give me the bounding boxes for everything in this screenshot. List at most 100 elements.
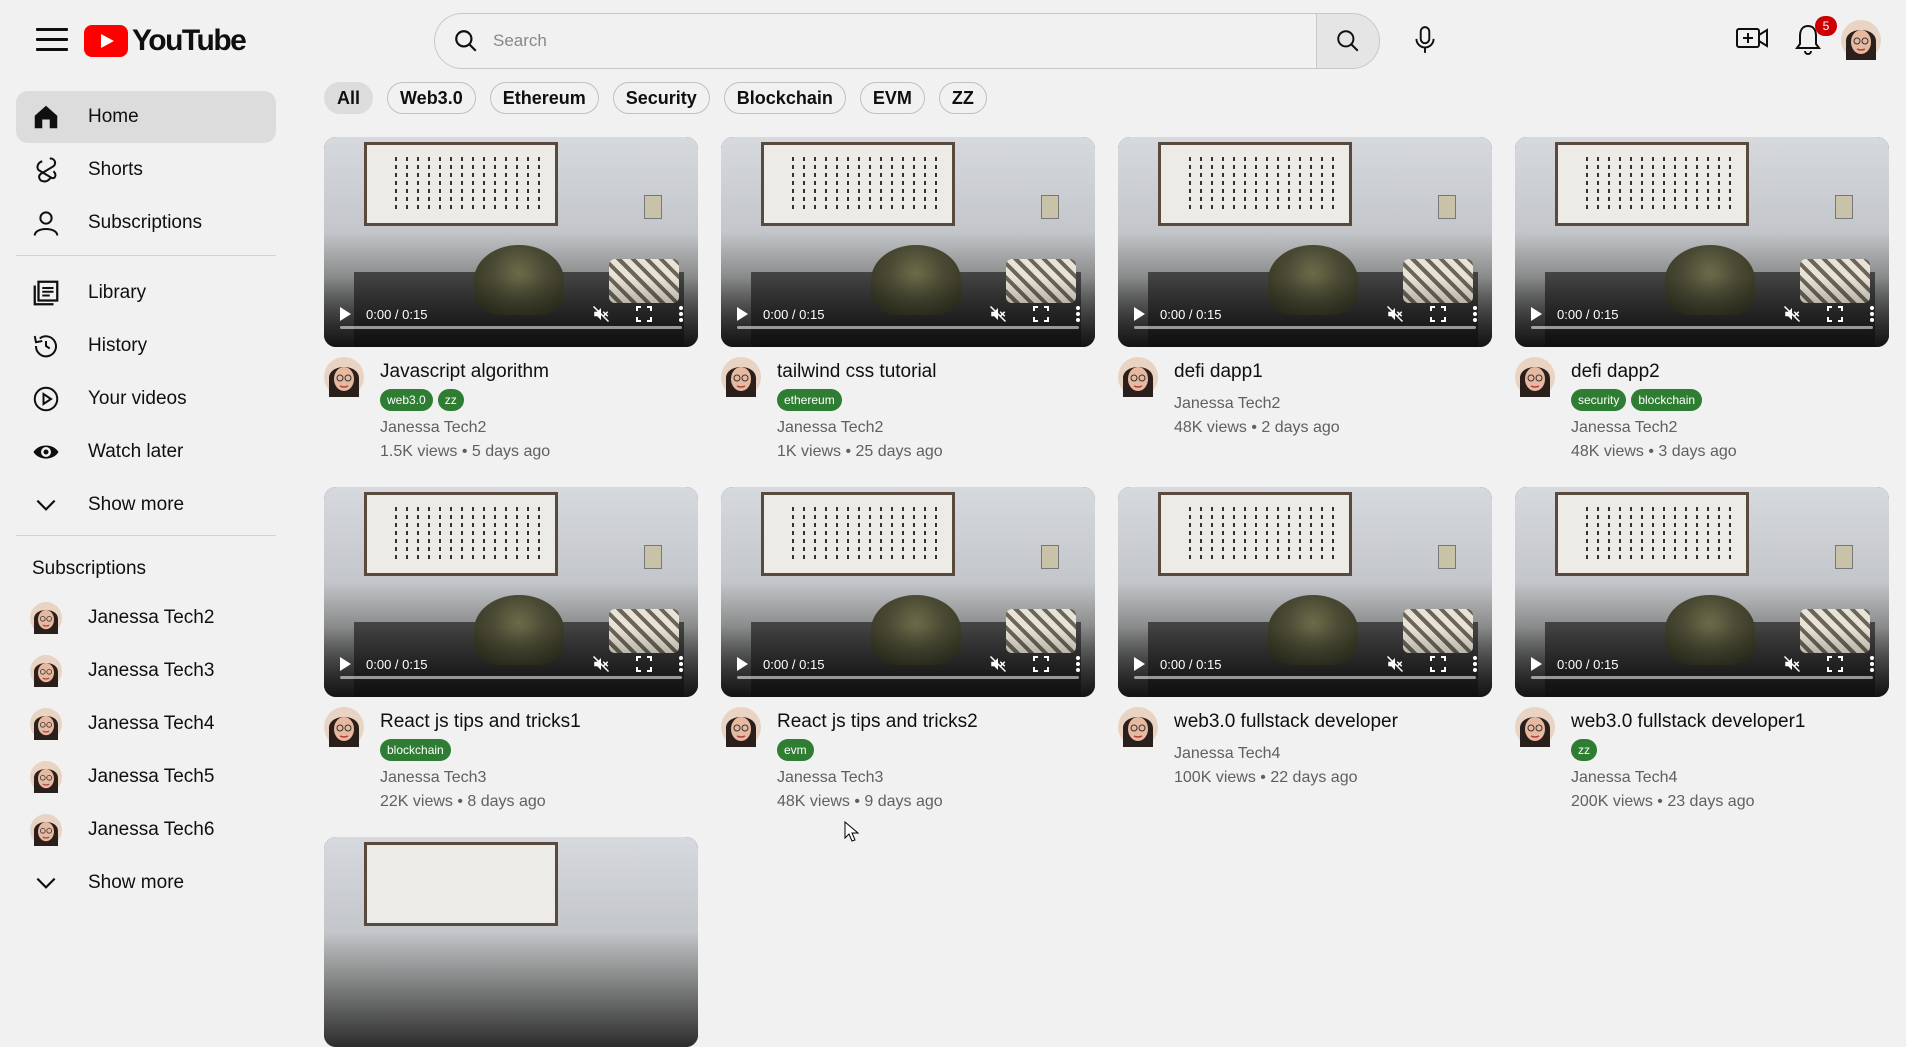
sidebar-subscription-item[interactable]: Janessa Tech2 [16,592,276,644]
video-player[interactable]: 0:00 / 0:15 [324,137,698,347]
video-player[interactable]: 0:00 / 0:15 [721,487,1095,697]
play-icon[interactable] [1529,306,1543,322]
account-avatar[interactable] [1841,20,1881,60]
search-field[interactable] [434,13,1316,69]
video-channel-name[interactable]: Janessa Tech3 [380,769,486,787]
more-options-icon[interactable] [678,305,684,323]
fullscreen-icon[interactable] [1430,306,1446,322]
player-progress-bar[interactable] [737,326,1079,329]
fullscreen-icon[interactable] [636,656,652,672]
play-icon[interactable] [1132,306,1146,322]
chip-blockchain[interactable]: Blockchain [723,82,846,114]
video-player[interactable]: 0:00 / 0:15 [324,487,698,697]
more-options-icon[interactable] [1075,305,1081,323]
chip-security[interactable]: Security [612,82,710,114]
menu-icon[interactable] [36,28,68,52]
fullscreen-icon[interactable] [1827,306,1843,322]
play-icon[interactable] [735,306,749,322]
channel-avatar[interactable] [1118,357,1158,397]
more-options-icon[interactable] [1869,305,1875,323]
video-card[interactable]: 0:00 / 0:15 React js tips and tricks1 bloc… [324,487,698,817]
video-title[interactable]: web3.0 fullstack developer1 [1571,711,1805,733]
chip-all[interactable]: All [324,82,374,114]
play-icon[interactable] [735,656,749,672]
video-card[interactable]: 0:00 / 0:15 React js tips and tricks2 evm J… [721,487,1095,817]
search-button[interactable] [1316,13,1380,69]
player-progress-bar[interactable] [1134,676,1476,679]
video-player[interactable]: 0:00 / 0:15 [1515,137,1889,347]
play-icon[interactable] [1132,656,1146,672]
channel-avatar[interactable] [1515,357,1555,397]
voice-search-button[interactable] [1405,20,1445,60]
video-tag[interactable]: security [1571,389,1627,411]
more-options-icon[interactable] [1075,655,1081,673]
video-tag[interactable]: evm [777,739,814,761]
more-options-icon[interactable] [678,655,684,673]
video-card[interactable]: 0:00 / 0:15 defi dapp1 Janessa Tech2 48K vi… [1118,137,1492,467]
sidebar-item-subscriptions[interactable]: Subscriptions [16,197,276,249]
channel-avatar[interactable] [721,707,761,747]
video-tag[interactable]: web3.0 [380,389,433,411]
sidebar-item-show-more[interactable]: Show more [16,479,276,531]
sidebar-item-history[interactable]: History [16,320,276,372]
chip-ethereum[interactable]: Ethereum [489,82,599,114]
chip-evm[interactable]: EVM [859,82,925,114]
sidebar-subscription-item[interactable]: Janessa Tech5 [16,751,276,803]
video-title[interactable]: defi dapp1 [1174,361,1263,383]
chip-web3[interactable]: Web3.0 [387,82,476,114]
video-channel-name[interactable]: Janessa Tech4 [1571,769,1677,787]
video-channel-name[interactable]: Janessa Tech2 [380,419,486,437]
channel-avatar[interactable] [324,357,364,397]
channel-avatar[interactable] [324,707,364,747]
video-card[interactable]: 0:00 / 0:15 web3.0 fullstack developer1 zz… [1515,487,1889,817]
mute-icon[interactable] [1783,305,1801,323]
player-progress-bar[interactable] [1134,326,1476,329]
player-progress-bar[interactable] [1531,676,1873,679]
sidebar-subscriptions-show-more[interactable]: Show more [16,857,276,909]
fullscreen-icon[interactable] [1033,656,1049,672]
fullscreen-icon[interactable] [1430,656,1446,672]
video-card[interactable]: 0:00 / 0:15 web3.0 fullstack developer Jan… [1118,487,1492,817]
more-options-icon[interactable] [1869,655,1875,673]
fullscreen-icon[interactable] [1827,656,1843,672]
sidebar-item-watch-later[interactable]: Watch later [16,426,276,478]
video-card[interactable]: 0:00 / 0:15 tailwind css tutorial ethereum… [721,137,1095,467]
video-title[interactable]: React js tips and tricks1 [380,711,581,733]
create-video-button[interactable] [1735,22,1769,59]
channel-avatar[interactable] [1515,707,1555,747]
video-title[interactable]: defi dapp2 [1571,361,1660,383]
video-thumbnail[interactable] [324,837,698,1047]
video-channel-name[interactable]: Janessa Tech3 [777,769,883,787]
mute-icon[interactable] [1783,655,1801,673]
player-progress-bar[interactable] [340,326,682,329]
video-title[interactable]: tailwind css tutorial [777,361,936,383]
video-card[interactable] [324,837,698,1047]
player-progress-bar[interactable] [1531,326,1873,329]
sidebar-item-library[interactable]: Library [16,267,276,319]
video-title[interactable]: web3.0 fullstack developer [1174,711,1398,733]
mute-icon[interactable] [1386,655,1404,673]
video-title[interactable]: React js tips and tricks2 [777,711,978,733]
mute-icon[interactable] [989,305,1007,323]
sidebar-subscription-item[interactable]: Janessa Tech3 [16,645,276,697]
video-player[interactable]: 0:00 / 0:15 [721,137,1095,347]
video-card[interactable]: 0:00 / 0:15 Javascript algorithm web3.0 zz J… [324,137,698,467]
sidebar-subscription-item[interactable]: Janessa Tech4 [16,698,276,750]
video-channel-name[interactable]: Janessa Tech2 [1174,395,1280,413]
video-tag[interactable]: ethereum [777,389,842,411]
video-tag[interactable]: blockchain [380,739,451,761]
video-channel-name[interactable]: Janessa Tech2 [1571,419,1677,437]
more-options-icon[interactable] [1472,305,1478,323]
sidebar-subscription-item[interactable]: Janessa Tech6 [16,804,276,856]
video-player[interactable]: 0:00 / 0:15 [1515,487,1889,697]
video-channel-name[interactable]: Janessa Tech2 [777,419,883,437]
sidebar-item-home[interactable]: Home [16,91,276,143]
video-tag[interactable]: blockchain [1631,389,1703,411]
video-card[interactable]: 0:00 / 0:15 defi dapp2 security blockchain J… [1515,137,1889,467]
channel-avatar[interactable] [721,357,761,397]
video-tag[interactable]: zz [437,389,464,411]
player-progress-bar[interactable] [340,676,682,679]
channel-avatar[interactable] [1118,707,1158,747]
player-progress-bar[interactable] [737,676,1079,679]
chip-zz[interactable]: ZZ [938,82,987,114]
